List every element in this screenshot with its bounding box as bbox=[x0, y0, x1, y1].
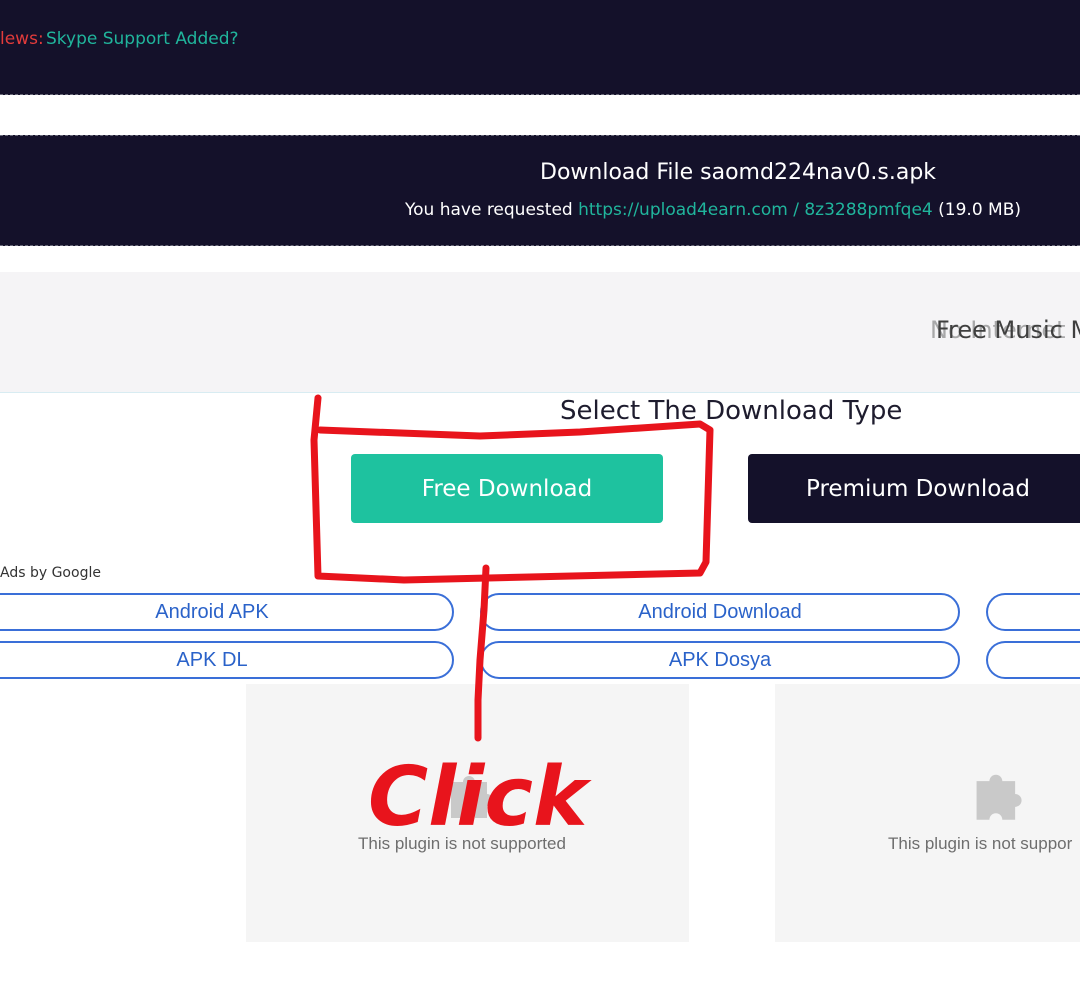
ad-link-android-download[interactable]: Android Download bbox=[480, 593, 960, 631]
ad-link-partial[interactable] bbox=[986, 641, 1080, 679]
premium-download-button[interactable]: Premium Download bbox=[748, 454, 1080, 523]
ad-banner-strip bbox=[0, 272, 1080, 393]
marquee-text-front[interactable]: Free Music M bbox=[936, 316, 1080, 344]
file-link[interactable]: https://upload4earn.com / 8z3288pmfqe4 bbox=[578, 200, 933, 220]
plugin-unsupported-text: This plugin is not supported bbox=[358, 834, 566, 853]
requested-label: You have requested bbox=[405, 200, 573, 220]
plugin-placeholder: This plugin is not suppor bbox=[775, 684, 1080, 942]
ad-link-android-apk[interactable]: Android APK bbox=[0, 593, 454, 631]
download-request-info: You have requested https://upload4earn.c… bbox=[405, 200, 1021, 220]
ad-link-apk-dl[interactable]: APK DL bbox=[0, 641, 454, 679]
file-size: (19.0 MB) bbox=[938, 200, 1022, 220]
select-download-type-heading: Select The Download Type bbox=[560, 396, 903, 426]
ad-link-apk-dosya[interactable]: APK Dosya bbox=[480, 641, 960, 679]
puzzle-icon bbox=[451, 776, 493, 818]
plugin-placeholder: This plugin is not supported bbox=[246, 684, 689, 942]
download-title: Download File saomd224nav0.s.apk bbox=[540, 160, 937, 185]
plugin-unsupported-text: This plugin is not suppor bbox=[888, 834, 1073, 853]
download-header bbox=[0, 135, 1080, 246]
ad-link-partial[interactable] bbox=[986, 593, 1080, 631]
ads-by-google-label: Ads by Google bbox=[0, 565, 101, 581]
puzzle-icon bbox=[976, 774, 1022, 820]
free-download-button[interactable]: Free Download bbox=[351, 454, 663, 523]
news-link[interactable]: Skype Support Added? bbox=[46, 29, 239, 49]
news-label: lews: bbox=[0, 29, 44, 49]
